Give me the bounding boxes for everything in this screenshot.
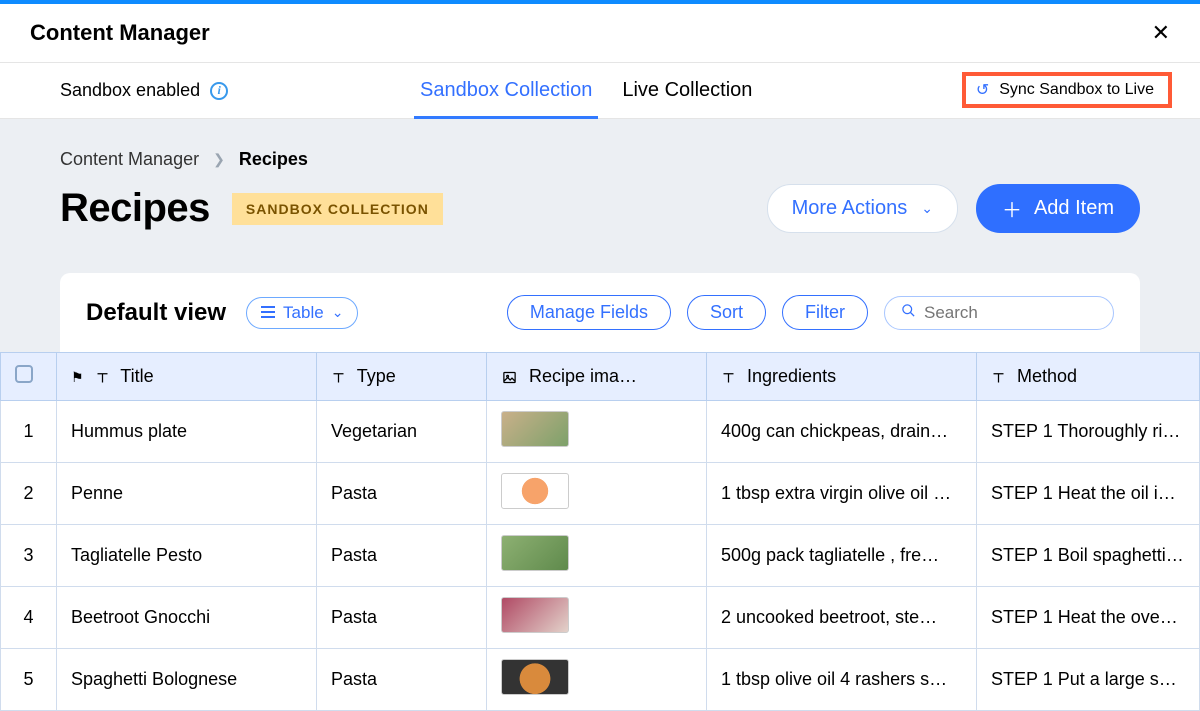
cell-title[interactable]: Spaghetti Bolognese [57, 649, 317, 711]
table-row[interactable]: 2 Penne Pasta 1 tbsp extra virgin olive … [1, 463, 1200, 525]
column-title[interactable]: ⚑ Title [57, 353, 317, 401]
table-row[interactable]: 5 Spaghetti Bolognese Pasta 1 tbsp olive… [1, 649, 1200, 711]
row-number: 4 [1, 587, 57, 649]
cell-ingredients[interactable]: 2 uncooked beetroot, ste… [707, 587, 977, 649]
cell-image[interactable] [487, 401, 707, 463]
table-row[interactable]: 4 Beetroot Gnocchi Pasta 2 uncooked beet… [1, 587, 1200, 649]
view-name: Default view [86, 299, 226, 327]
data-table: ⚑ Title Type Recipe ima… Ingredients Met… [0, 352, 1200, 711]
search-icon [901, 303, 916, 322]
cell-method[interactable]: STEP 1 Heat the oil in a f [977, 463, 1200, 525]
filter-button[interactable]: Filter [782, 295, 868, 330]
manage-fields-button[interactable]: Manage Fields [507, 295, 671, 330]
info-icon[interactable]: i [210, 82, 228, 100]
row-number: 1 [1, 401, 57, 463]
cell-type[interactable]: Pasta [317, 463, 487, 525]
cell-method[interactable]: STEP 1 Thoroughly rinse [977, 401, 1200, 463]
cell-title[interactable]: Hummus plate [57, 401, 317, 463]
column-ingredients[interactable]: Ingredients [707, 353, 977, 401]
recipe-thumbnail [501, 597, 569, 633]
table-row[interactable]: 3 Tagliatelle Pesto Pasta 500g pack tagl… [1, 525, 1200, 587]
chevron-down-icon: ⌄ [921, 200, 933, 217]
cell-image[interactable] [487, 525, 707, 587]
sync-sandbox-button[interactable]: ↺ Sync Sandbox to Live [962, 72, 1172, 108]
cell-image[interactable] [487, 649, 707, 711]
chevron-down-icon: ⌄ [332, 304, 344, 321]
text-type-icon [95, 370, 110, 385]
sandbox-badge: SANDBOX COLLECTION [232, 193, 443, 225]
search-field[interactable] [884, 296, 1114, 330]
close-icon[interactable]: ✕ [1152, 20, 1170, 46]
cell-method[interactable]: STEP 1 Put a large sauce [977, 649, 1200, 711]
cell-type[interactable]: Pasta [317, 525, 487, 587]
cell-method[interactable]: STEP 1 Heat the oven to [977, 587, 1200, 649]
breadcrumb: Content Manager ❯ Recipes [60, 149, 1140, 170]
recipe-thumbnail [501, 473, 569, 509]
cell-ingredients[interactable]: 500g pack tagliatelle , fre… [707, 525, 977, 587]
cell-title[interactable]: Penne [57, 463, 317, 525]
cell-ingredients[interactable]: 1 tbsp extra virgin olive oil … [707, 463, 977, 525]
cell-title[interactable]: Beetroot Gnocchi [57, 587, 317, 649]
recipe-thumbnail [501, 659, 569, 695]
text-type-icon [331, 370, 346, 385]
cell-ingredients[interactable]: 400g can chickpeas, drain… [707, 401, 977, 463]
view-type-select[interactable]: Table ⌄ [246, 297, 358, 329]
cell-image[interactable] [487, 587, 707, 649]
add-item-label: Add Item [1034, 197, 1114, 220]
column-image[interactable]: Recipe ima… [487, 353, 707, 401]
more-actions-label: More Actions [792, 197, 908, 220]
add-item-button[interactable]: ＋ Add Item [976, 184, 1140, 233]
table-row[interactable]: 1 Hummus plate Vegetarian 400g can chick… [1, 401, 1200, 463]
text-type-icon [721, 370, 736, 385]
text-type-icon [991, 370, 1006, 385]
row-number: 5 [1, 649, 57, 711]
cell-type[interactable]: Vegetarian [317, 401, 487, 463]
tab-sandbox-collection[interactable]: Sandbox Collection [420, 63, 592, 118]
row-number: 3 [1, 525, 57, 587]
sync-icon: ↺ [976, 80, 989, 100]
app-title: Content Manager [30, 20, 210, 46]
sync-label: Sync Sandbox to Live [999, 81, 1154, 99]
column-type[interactable]: Type [317, 353, 487, 401]
recipe-thumbnail [501, 535, 569, 571]
more-actions-button[interactable]: More Actions ⌄ [767, 184, 958, 233]
cell-ingredients[interactable]: 1 tbsp olive oil 4 rashers s… [707, 649, 977, 711]
chevron-right-icon: ❯ [213, 151, 225, 168]
select-all-header[interactable] [1, 353, 57, 401]
image-type-icon [501, 370, 518, 385]
plus-icon: ＋ [1002, 194, 1022, 223]
search-input[interactable] [924, 303, 1097, 323]
recipe-thumbnail [501, 411, 569, 447]
sort-button[interactable]: Sort [687, 295, 766, 330]
breadcrumb-root[interactable]: Content Manager [60, 149, 199, 170]
tab-live-collection[interactable]: Live Collection [622, 63, 752, 118]
cell-title[interactable]: Tagliatelle Pesto [57, 525, 317, 587]
column-method[interactable]: Method [977, 353, 1200, 401]
cell-type[interactable]: Pasta [317, 649, 487, 711]
cell-image[interactable] [487, 463, 707, 525]
view-type-label: Table [283, 303, 324, 323]
breadcrumb-leaf: Recipes [239, 149, 308, 170]
sandbox-status-label: Sandbox enabled [60, 80, 200, 101]
flag-icon: ⚑ [71, 369, 84, 385]
cell-type[interactable]: Pasta [317, 587, 487, 649]
page-title: Recipes [60, 186, 210, 231]
checkbox-icon[interactable] [15, 365, 33, 383]
cell-method[interactable]: STEP 1 Boil spaghetti in a [977, 525, 1200, 587]
table-icon [261, 306, 275, 320]
row-number: 2 [1, 463, 57, 525]
